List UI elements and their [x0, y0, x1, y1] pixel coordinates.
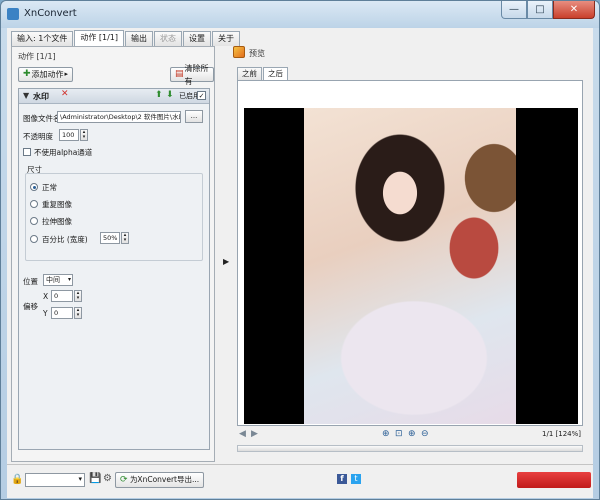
move-up-icon[interactable]: ⬆ [155, 90, 163, 100]
clear-icon: ▤ [175, 69, 184, 79]
size-percent-radio[interactable] [30, 235, 38, 243]
clear-all-button[interactable]: ▤ 清除所有 [170, 64, 214, 86]
main-tabs: 输入: 1个文件 动作 [1/1] 输出 状态 设置 关于 [11, 30, 241, 46]
x-label: X [43, 292, 49, 301]
percent-input[interactable]: 50% [100, 232, 120, 244]
position-select[interactable]: 中间 ▾ [43, 274, 73, 286]
opacity-input[interactable]: 100 [59, 129, 79, 141]
action-title: 水印 [33, 92, 49, 101]
size-group: 正常 重复图像 拉伸图像 百分比 (宽度) 50% ▴ ▾ [25, 173, 203, 261]
collapse-icon[interactable]: ▼ [23, 91, 29, 100]
y-stepper[interactable]: ▴ ▾ [74, 307, 82, 319]
y-input[interactable]: 0 [51, 307, 73, 319]
add-icon: ✚ [23, 69, 31, 79]
preset-select[interactable]: ▾ [25, 473, 85, 487]
page-info: 1/1 [124%] [542, 430, 581, 438]
preview-icon [233, 46, 245, 58]
app-window: XnConvert — □ ✕ 输入: 1个文件 动作 [1/1] 输出 状态 … [0, 0, 600, 500]
xnconvert-app-icon [7, 8, 19, 20]
image-file-label: 图像文件名 [23, 114, 61, 123]
move-down-icon[interactable]: ⬇ [166, 90, 174, 100]
remove-action-icon[interactable]: ✕ [61, 89, 69, 99]
tab-input[interactable]: 输入: 1个文件 [11, 31, 74, 46]
action-header: ▼ 水印 ✕ ⬆ ⬇ 已启用 ✓ [19, 89, 209, 104]
dropdown-arrow-icon: ▸ [64, 70, 69, 78]
preview-panel: 预览 之前 之后 ◀ ▶ ⊕ ⊡ ⊕ ⊖ 1/1 [124%] [233, 46, 587, 462]
watermark-action: ▼ 水印 ✕ ⬆ ⬇ 已启用 ✓ 图像文件名 \Administrator\De… [18, 88, 210, 450]
image-file-input[interactable]: \Administrator\Desktop\2 软件图片\水印.png [57, 111, 181, 123]
position-value: 中间 [46, 276, 60, 284]
x-stepper[interactable]: ▴ ▾ [74, 290, 82, 302]
tab-after[interactable]: 之后 [263, 67, 288, 80]
size-stretch-radio[interactable] [30, 217, 38, 225]
splitter-toggle-icon[interactable]: ▶ [223, 257, 229, 266]
next-icon[interactable]: ▶ [251, 429, 258, 439]
window-title: XnConvert [24, 8, 77, 19]
twitter-icon[interactable]: t [351, 474, 361, 484]
facebook-icon[interactable]: f [337, 474, 347, 484]
preview-navigation: ◀ ▶ ⊕ ⊡ ⊕ ⊖ 1/1 [124%] [237, 429, 583, 443]
preview-tabs: 之前 之后 [237, 67, 289, 80]
opacity-stepper[interactable]: ▴ ▾ [80, 129, 88, 141]
zoom-in-icon[interactable]: ⊕ [382, 429, 390, 439]
preview-image [304, 108, 516, 424]
x-input[interactable]: 0 [51, 290, 73, 302]
close-button[interactable]: ✕ [553, 1, 595, 19]
browse-button[interactable]: ... [185, 110, 203, 123]
size-percent-label: 百分比 (宽度) [42, 235, 88, 244]
size-stretch-label: 拉伸图像 [42, 217, 72, 226]
tab-settings[interactable]: 设置 [183, 31, 211, 46]
export-button[interactable]: ⟳ 为XnConvert导出... [115, 472, 205, 488]
chevron-down-icon: ▾ [78, 475, 82, 483]
preview-canvas[interactable] [237, 80, 583, 426]
preview-stage [244, 108, 578, 424]
opacity-label: 不透明度 [23, 132, 53, 141]
actions-panel: 动作 [1/1] ✚ 添加动作 ▸ ▤ 清除所有 ▼ 水印 ✕ ⬆ ⬇ 已启用 … [11, 46, 215, 462]
no-alpha-label: 不使用alpha通道 [34, 148, 93, 157]
gear-icon[interactable]: ⚙ [103, 473, 112, 484]
export-label: 为XnConvert导出... [129, 475, 200, 484]
no-alpha-checkbox[interactable] [23, 148, 31, 156]
export-icon: ⟳ [120, 475, 128, 485]
bottom-bar: 🔒 ▾ 💾 ⚙ ⟳ 为XnConvert导出... f t [7, 464, 593, 498]
lock-icon[interactable]: 🔒 [11, 474, 23, 485]
size-repeat-radio[interactable] [30, 200, 38, 208]
fit-icon[interactable]: ⊡ [395, 429, 403, 439]
offset-label: 偏移 [23, 302, 38, 311]
horizontal-scrollbar[interactable] [237, 445, 583, 452]
zoom-icon[interactable]: ⊕ [408, 429, 416, 439]
convert-button[interactable] [517, 472, 591, 488]
save-icon[interactable]: 💾 [89, 473, 101, 484]
zoom-out-icon[interactable]: ⊖ [421, 429, 429, 439]
maximize-button[interactable]: □ [527, 1, 553, 19]
clear-all-label: 清除所有 [184, 63, 209, 86]
tab-actions[interactable]: 动作 [1/1] [74, 30, 124, 46]
size-repeat-label: 重复图像 [42, 200, 72, 209]
add-action-button[interactable]: ✚ 添加动作 ▸ [18, 67, 74, 82]
minimize-button[interactable]: — [501, 1, 527, 19]
enabled-checkbox[interactable]: ✓ [197, 91, 206, 100]
size-normal-radio[interactable] [30, 183, 38, 191]
chevron-down-icon: ▾ [67, 276, 71, 283]
tab-status: 状态 [154, 31, 182, 46]
title-bar: XnConvert — □ ✕ [1, 1, 599, 28]
add-action-label: 添加动作 [31, 70, 64, 79]
actions-panel-caption: 动作 [1/1] [18, 52, 56, 61]
size-normal-label: 正常 [42, 183, 57, 192]
tab-before[interactable]: 之前 [237, 67, 262, 80]
window-controls: — □ ✕ [501, 1, 595, 19]
tab-output[interactable]: 输出 [125, 31, 153, 46]
tab-about[interactable]: 关于 [212, 31, 240, 46]
previous-icon[interactable]: ◀ [239, 429, 246, 439]
y-label: Y [43, 309, 48, 318]
position-label: 位置 [23, 277, 38, 286]
preview-label: 预览 [249, 49, 265, 58]
client-area: 输入: 1个文件 动作 [1/1] 输出 状态 设置 关于 动作 [1/1] ✚… [7, 28, 593, 464]
percent-stepper[interactable]: ▴ ▾ [121, 232, 129, 244]
